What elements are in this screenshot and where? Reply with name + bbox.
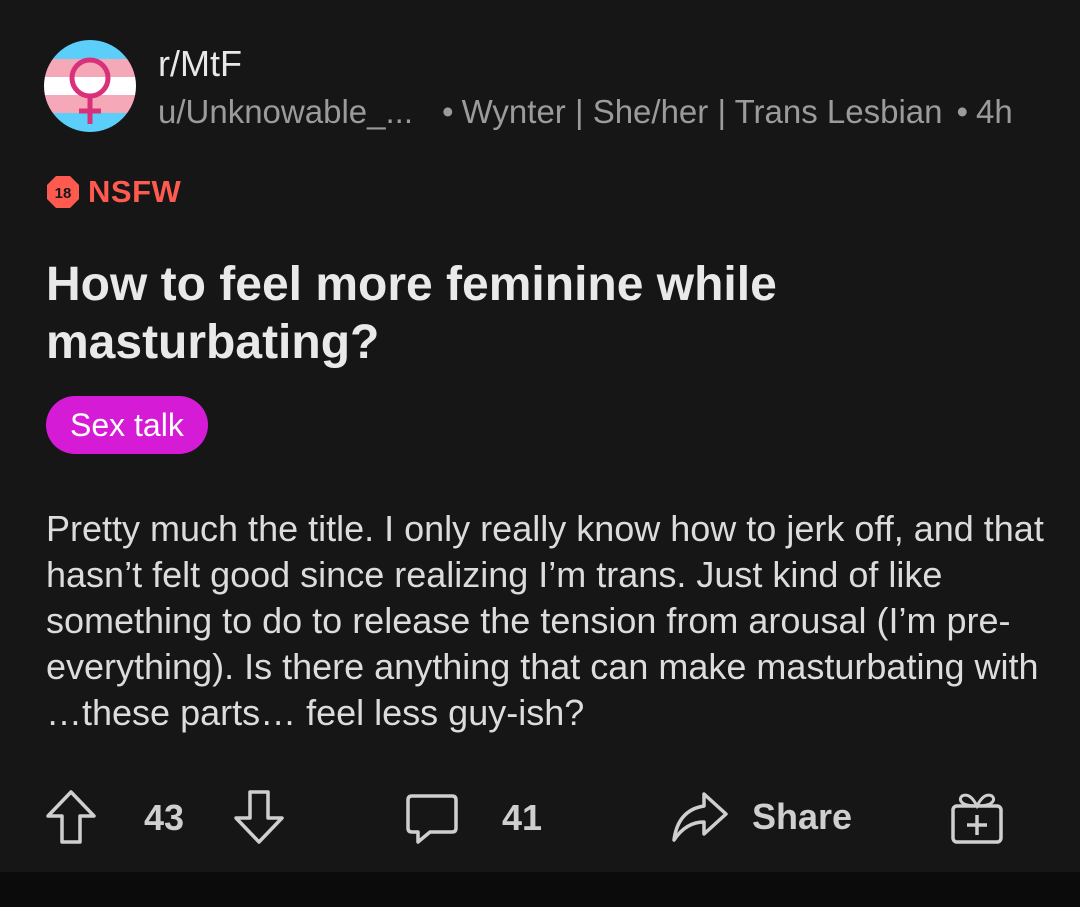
trans-flag-venus-icon (44, 40, 136, 132)
nsfw-label: NSFW (88, 174, 182, 209)
author-username[interactable]: u/Unknowable_... (158, 90, 428, 134)
post-body: Pretty much the title. I only really kno… (46, 508, 1044, 733)
score-value: 43 (144, 797, 185, 838)
comments-button[interactable]: 41 (404, 790, 542, 846)
upvote-button[interactable] (44, 788, 98, 846)
post-flair-pill[interactable]: Sex talk (46, 396, 208, 454)
nsfw-tag: 18 NSFW (46, 172, 181, 212)
post-meta: u/Unknowable_... • Wynter | She/her | Tran… (158, 90, 1013, 134)
arrow-down-icon (234, 790, 284, 844)
downvote-button[interactable] (232, 788, 286, 846)
award-button[interactable] (948, 788, 1006, 848)
bottom-divider (0, 872, 1080, 907)
share-button[interactable]: Share (670, 788, 852, 846)
gift-award-icon (951, 793, 1003, 844)
arrow-up-icon (46, 790, 96, 844)
post-age: 4h (976, 93, 1013, 130)
meta-separator: • (956, 93, 969, 130)
user-flair: Wynter | She/her | Trans Lesbian (461, 93, 943, 130)
svg-text:18: 18 (55, 185, 72, 202)
action-bar: 43 41 Share (0, 780, 1080, 860)
share-label: Share (752, 796, 853, 837)
nsfw-18-icon: 18 (47, 176, 79, 208)
comment-bubble-icon (406, 794, 458, 844)
subreddit-name[interactable]: r/MtF (158, 42, 242, 86)
post-card: r/MtF u/Unknowable_... • Wynter | She/her … (0, 0, 1080, 872)
subreddit-avatar[interactable] (44, 40, 136, 132)
share-arrow-icon (672, 792, 728, 842)
comment-count: 41 (502, 797, 543, 838)
score-count: 43 (144, 798, 184, 838)
meta-separator: • (442, 93, 454, 130)
post-title: How to feel more feminine while masturba… (46, 258, 777, 369)
